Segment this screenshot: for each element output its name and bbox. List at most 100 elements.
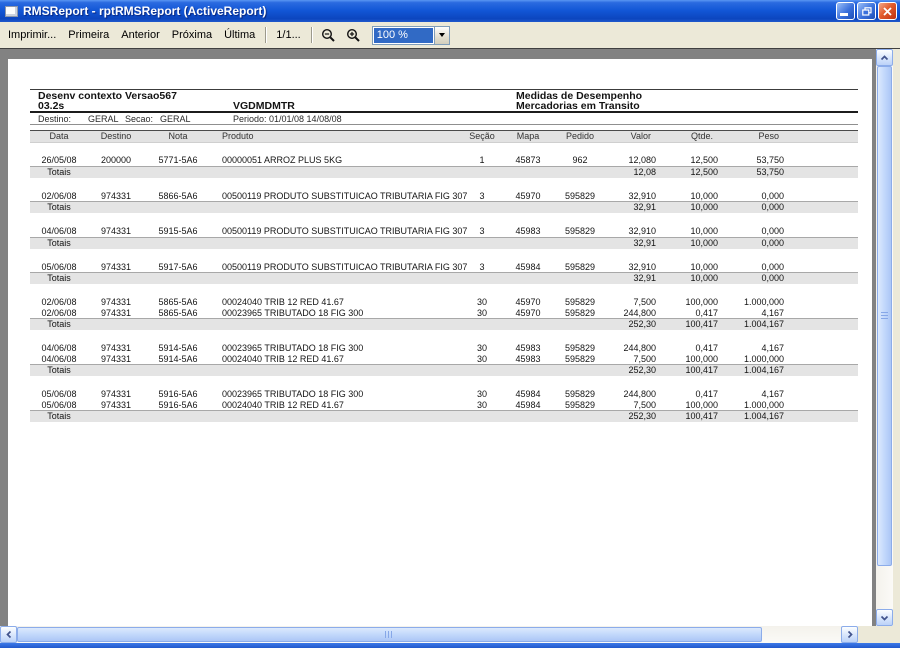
table-cell: 53,750 bbox=[756, 155, 784, 165]
zoom-combobox-dropdown-button[interactable] bbox=[433, 26, 449, 44]
table-cell: 595829 bbox=[564, 226, 596, 236]
minimize-button[interactable] bbox=[836, 2, 855, 20]
table-cell: Mapa bbox=[516, 131, 540, 141]
table-cell: 7,500 bbox=[633, 399, 656, 410]
table-cell: 00500119 PRODUTO SUBSTITUICAO TRIBUTARIA… bbox=[222, 261, 468, 272]
table-cell: 10,000 bbox=[690, 190, 718, 201]
page-indicator-button[interactable]: 1/1... bbox=[270, 29, 306, 41]
table-cell: Qtde. bbox=[690, 131, 713, 141]
last-page-button[interactable]: Última bbox=[218, 29, 261, 41]
table-cell bbox=[552, 167, 608, 178]
scroll-up-button[interactable] bbox=[876, 49, 893, 66]
table-cell: 595829 bbox=[564, 297, 596, 307]
chevron-up-icon bbox=[880, 54, 889, 60]
table-cell: 4,167 bbox=[761, 389, 784, 399]
table-cell: 1.000,000 bbox=[743, 353, 784, 364]
horizontal-scrollbar-thumb[interactable] bbox=[17, 627, 762, 642]
window-title: RMSReport - rptRMSReport (ActiveReport) bbox=[23, 4, 267, 18]
table-cell: 595829 bbox=[564, 343, 596, 353]
table-cell: 30 bbox=[476, 297, 487, 307]
table-cell: 1 bbox=[479, 155, 485, 165]
table-cell: 4,167 bbox=[761, 343, 784, 353]
table-cell: Totais bbox=[47, 202, 71, 212]
report-group: 04/06/08 974331 5914-5A6 00023965 TRIBUTADO… bbox=[30, 343, 858, 376]
table-cell: 0,000 bbox=[761, 202, 784, 212]
report-group: 05/06/08 974331 5917-5A6 00500119 PRODUTO S… bbox=[30, 261, 858, 284]
report-table-body: 26/05/08 200000 5771-5A6 00000051 ARROZ PLU… bbox=[30, 144, 858, 435]
table-cell: 974331 bbox=[100, 343, 132, 353]
titlebar[interactable]: RMSReport - rptRMSReport (ActiveReport) bbox=[0, 0, 900, 22]
zoom-in-button[interactable] bbox=[341, 28, 366, 43]
table-cell: 1.004,167 bbox=[743, 411, 784, 421]
table-cell: 10,000 bbox=[690, 261, 718, 272]
table-cell: 1.004,167 bbox=[743, 319, 784, 329]
table-cell: 05/06/08 bbox=[41, 389, 77, 399]
print-button[interactable]: Imprimir... bbox=[2, 29, 62, 41]
table-cell: Totais bbox=[47, 365, 71, 375]
magnifier-minus-icon bbox=[321, 28, 335, 42]
first-page-button[interactable]: Primeira bbox=[62, 29, 115, 41]
vertical-scrollbar-thumb[interactable] bbox=[877, 66, 892, 566]
table-cell: 32,91 bbox=[633, 202, 656, 212]
totals-row: Totais 252,30 100,417 1.004,167 bbox=[30, 318, 858, 330]
zoom-out-button[interactable] bbox=[316, 28, 341, 43]
scroll-down-button[interactable] bbox=[876, 609, 893, 626]
table-row: 05/06/08 974331 5916-5A6 00024040 TRIB 12 R… bbox=[30, 400, 858, 411]
table-cell: 00500119 PRODUTO SUBSTITUICAO TRIBUTARIA… bbox=[222, 226, 468, 236]
next-page-button[interactable]: Próxima bbox=[166, 29, 218, 41]
spacer-cell bbox=[792, 400, 858, 411]
zoom-combobox[interactable]: 100 % bbox=[371, 25, 450, 45]
table-cell: 1.000,000 bbox=[743, 399, 784, 410]
vertical-scrollbar-track[interactable] bbox=[876, 66, 893, 609]
periodo-value: Periodo: 01/01/08 14/08/08 bbox=[233, 114, 342, 124]
table-cell bbox=[552, 273, 608, 284]
table-cell bbox=[88, 365, 144, 376]
table-cell: 5914-5A6 bbox=[158, 353, 198, 364]
restore-button[interactable] bbox=[857, 2, 876, 20]
table-cell bbox=[88, 273, 144, 284]
table-cell: 45983 bbox=[515, 343, 541, 353]
table-cell: 3 bbox=[479, 226, 485, 236]
table-cell: 974331 bbox=[100, 297, 132, 307]
table-cell: 05/06/08 bbox=[41, 261, 77, 272]
report-group: 05/06/08 974331 5916-5A6 00023965 TRIBUTADO… bbox=[30, 389, 858, 422]
report-page: Desenv contexto Versao567 Medidas de Des… bbox=[8, 59, 872, 626]
table-cell: 5915-5A6 bbox=[158, 226, 198, 236]
table-cell: 12,08 bbox=[633, 166, 656, 177]
report-viewport: Desenv contexto Versao567 Medidas de Des… bbox=[0, 49, 876, 626]
table-cell bbox=[212, 273, 460, 284]
table-cell: 45873 bbox=[515, 155, 541, 165]
scroll-right-button[interactable] bbox=[841, 626, 858, 643]
table-cell: 00500119 PRODUTO SUBSTITUICAO TRIBUTARIA… bbox=[222, 190, 468, 201]
toolbar-separator bbox=[265, 27, 267, 43]
horizontal-scrollbar[interactable] bbox=[0, 626, 858, 643]
window-controls bbox=[836, 2, 897, 20]
spacer-cell bbox=[792, 226, 858, 237]
table-cell bbox=[212, 167, 460, 178]
close-button[interactable] bbox=[878, 2, 897, 20]
previous-page-button[interactable]: Anterior bbox=[115, 29, 166, 41]
vertical-scrollbar[interactable] bbox=[876, 49, 893, 626]
table-cell: Totais bbox=[47, 237, 71, 248]
table-cell bbox=[552, 238, 608, 249]
chevron-right-icon bbox=[847, 630, 853, 639]
horizontal-scrollbar-track[interactable] bbox=[17, 626, 841, 643]
table-cell: 04/06/08 bbox=[41, 226, 77, 236]
table-cell: 45983 bbox=[515, 226, 541, 236]
spacer-cell bbox=[792, 167, 858, 178]
table-cell bbox=[144, 238, 212, 249]
spacer-cell bbox=[792, 319, 858, 330]
table-cell: 1.000,000 bbox=[743, 297, 784, 307]
table-cell: 100,417 bbox=[685, 319, 718, 329]
table-cell: 04/06/08 bbox=[41, 353, 77, 364]
table-cell: Data bbox=[49, 131, 69, 141]
table-cell: 5866-5A6 bbox=[158, 190, 198, 201]
spacer-cell bbox=[792, 238, 858, 249]
scroll-left-button[interactable] bbox=[0, 626, 17, 643]
table-cell: 05/06/08 bbox=[41, 399, 77, 410]
chevron-left-icon bbox=[5, 630, 11, 639]
totals-row: Totais 32,91 10,000 0,000 bbox=[30, 201, 858, 213]
table-cell: 100,000 bbox=[685, 353, 718, 364]
dropdown-arrow-icon bbox=[438, 33, 445, 37]
table-cell: 00024040 TRIB 12 RED 41.67 bbox=[222, 297, 344, 307]
